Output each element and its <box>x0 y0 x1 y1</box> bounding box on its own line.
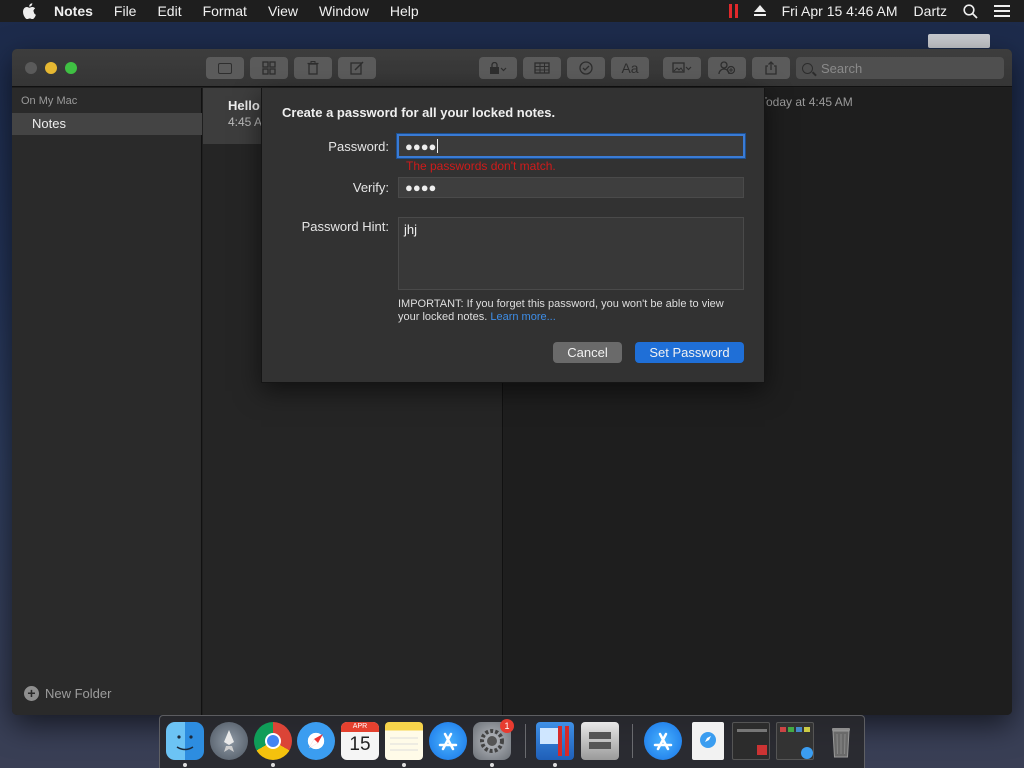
search-field[interactable]: Search <box>796 57 1004 79</box>
text-caret <box>437 139 439 153</box>
important-text: IMPORTANT: If you forget this password, … <box>398 298 724 323</box>
new-folder-label: New Folder <box>45 686 112 701</box>
checkmark-circle-icon <box>579 61 593 75</box>
window-preview-icon[interactable] <box>732 722 770 760</box>
table-icon <box>534 62 550 74</box>
running-indicator <box>402 763 406 767</box>
menu-user[interactable]: Dartz <box>914 3 947 19</box>
password-mismatch-error: The passwords don't match. <box>406 159 556 173</box>
set-password-button[interactable]: Set Password <box>635 342 744 363</box>
download-icon[interactable] <box>692 722 724 760</box>
notification-badge: 1 <box>500 719 514 733</box>
lock-icon <box>490 62 507 74</box>
apple-menu-icon[interactable] <box>20 2 38 20</box>
password-value: ●●●● <box>405 138 437 154</box>
search-placeholder: Search <box>821 60 863 76</box>
important-notice: IMPORTANT: If you forget this password, … <box>398 298 748 324</box>
trash-icon[interactable] <box>822 722 860 760</box>
folders-sidebar: On My Mac Notes + New Folder <box>12 88 202 715</box>
calendar-day: 15 <box>349 734 371 755</box>
learn-more-link[interactable]: Learn more... <box>490 311 555 323</box>
add-person-icon <box>718 61 736 75</box>
sidebar-item-label: Notes <box>32 116 66 131</box>
menu-format[interactable]: Format <box>203 3 247 19</box>
password-hint-value: jhj <box>404 222 418 237</box>
attachments-view-button[interactable] <box>250 57 288 79</box>
delete-note-button[interactable] <box>294 57 332 79</box>
menu-clock[interactable]: Fri Apr 15 4:46 AM <box>782 3 898 19</box>
calendar-month: APR <box>341 722 379 732</box>
dock: APR 15 1 <box>159 715 865 768</box>
mission-control-icon[interactable] <box>776 722 814 760</box>
sidebar-item-notes[interactable]: Notes <box>12 113 202 135</box>
password-hint-label: Password Hint: <box>301 219 389 234</box>
menu-bar: Notes File Edit Format View Window Help … <box>0 0 1024 22</box>
note-title: Hello <box>228 98 260 113</box>
compose-icon <box>350 61 364 75</box>
calendar-icon[interactable]: APR 15 <box>341 722 379 760</box>
running-indicator <box>271 763 275 767</box>
share-icon <box>765 61 777 75</box>
grid-icon <box>262 61 276 75</box>
verify-label: Verify: <box>352 180 389 195</box>
finder-icon[interactable] <box>166 722 204 760</box>
add-media-button[interactable] <box>663 57 701 79</box>
cancel-button[interactable]: Cancel <box>553 342 622 363</box>
recording-status-icon[interactable] <box>728 4 738 18</box>
search-icon <box>802 62 813 74</box>
dock-separator <box>525 724 526 758</box>
dock-separator <box>632 724 633 758</box>
running-indicator <box>490 763 494 767</box>
verify-value: ●●●● <box>405 180 437 195</box>
verify-field[interactable]: ●●●● <box>398 177 744 198</box>
note-date: Today at 4:45 AM <box>760 95 853 109</box>
minimize-window-button[interactable] <box>45 62 57 74</box>
desktop-disk-icon[interactable] <box>928 34 990 48</box>
disk-utility-icon[interactable] <box>581 722 619 760</box>
menu-file[interactable]: File <box>114 3 137 19</box>
app-store-icon[interactable] <box>429 722 467 760</box>
add-people-button[interactable] <box>708 57 746 79</box>
sidebar-icon <box>218 62 232 74</box>
new-note-button[interactable] <box>338 57 376 79</box>
maximize-window-button[interactable] <box>65 62 77 74</box>
toolbar: Aa Search <box>12 49 1012 87</box>
close-window-button[interactable] <box>25 62 37 74</box>
new-folder-button[interactable]: + New Folder <box>24 686 111 701</box>
notes-app-icon[interactable] <box>385 722 423 760</box>
menu-edit[interactable]: Edit <box>157 3 181 19</box>
format-button[interactable]: Aa <box>611 57 649 79</box>
chrome-icon[interactable] <box>254 722 292 760</box>
create-password-sheet: Create a password for all your locked no… <box>261 88 765 383</box>
password-field[interactable]: ●●●● <box>397 134 745 158</box>
menu-window[interactable]: Window <box>319 3 369 19</box>
trash-icon <box>307 61 319 75</box>
lock-note-button[interactable] <box>479 57 517 79</box>
password-label: Password: <box>328 139 389 154</box>
running-indicator <box>553 763 557 767</box>
dialog-heading: Create a password for all your locked no… <box>282 105 556 120</box>
add-table-button[interactable] <box>523 57 561 79</box>
menu-app-name[interactable]: Notes <box>54 3 93 19</box>
text-format-icon: Aa <box>621 60 639 76</box>
spotlight-search-icon[interactable] <box>963 3 978 19</box>
photo-icon <box>672 62 692 73</box>
notification-center-icon[interactable] <box>994 2 1010 20</box>
launchpad-icon[interactable] <box>210 722 248 760</box>
password-hint-field[interactable]: jhj <box>398 217 744 290</box>
eject-icon[interactable] <box>753 5 766 17</box>
screen-recorder-icon[interactable] <box>536 722 574 760</box>
toggle-sidebar-button[interactable] <box>206 57 244 79</box>
menu-view[interactable]: View <box>268 3 298 19</box>
app-store-folder-icon[interactable] <box>644 722 682 760</box>
safari-icon[interactable] <box>297 722 335 760</box>
plus-circle-icon: + <box>24 686 39 701</box>
share-button[interactable] <box>752 57 790 79</box>
menu-help[interactable]: Help <box>390 3 419 19</box>
sidebar-section-header: On My Mac <box>21 95 78 107</box>
running-indicator <box>183 763 187 767</box>
checklist-button[interactable] <box>567 57 605 79</box>
